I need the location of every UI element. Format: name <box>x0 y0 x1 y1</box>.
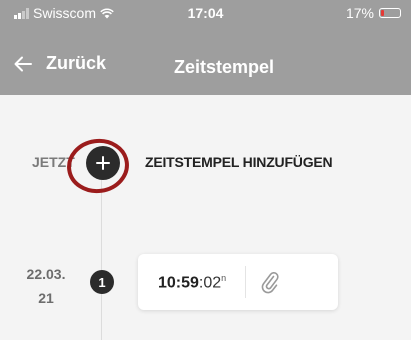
back-button[interactable]: Zurück <box>14 53 106 74</box>
battery-icon <box>379 8 401 18</box>
back-label: Zurück <box>46 53 107 73</box>
timestamp-card[interactable]: 10:59:02n <box>138 254 338 310</box>
battery-percent: 17% <box>345 5 374 21</box>
timestamp-superscript: n <box>221 273 227 283</box>
timestamp-value: 10:59:02n <box>158 273 226 292</box>
add-timestamp-label[interactable]: ZEITSTEMPEL HINZUFÜGEN <box>145 154 333 170</box>
timestamp-seconds: :02 <box>198 274 222 292</box>
entry-date-year: 21 <box>38 290 54 306</box>
timeline-line <box>101 170 102 340</box>
add-timestamp-button[interactable] <box>86 146 120 180</box>
paperclip-icon[interactable] <box>260 270 280 294</box>
entry-date: 22.03. 21 <box>24 262 68 310</box>
timestamp-hours-minutes: 10:59 <box>158 274 199 292</box>
arrow-left-icon <box>14 56 32 71</box>
page-title: Zeitstempel <box>174 57 275 77</box>
status-bar: Swisscom 17:04 17% <box>0 0 411 26</box>
entry-date-day: 22.03. <box>26 266 66 282</box>
now-label: JETZT <box>32 154 75 170</box>
card-divider <box>245 266 246 298</box>
app-header: Swisscom 17:04 17% Zurück Zeitstempel <box>0 0 411 95</box>
plus-icon <box>96 156 110 170</box>
battery-status: 17% <box>346 5 401 21</box>
entry-number-badge: 1 <box>90 270 114 294</box>
nav-bar: Zurück Zeitstempel <box>0 50 411 86</box>
